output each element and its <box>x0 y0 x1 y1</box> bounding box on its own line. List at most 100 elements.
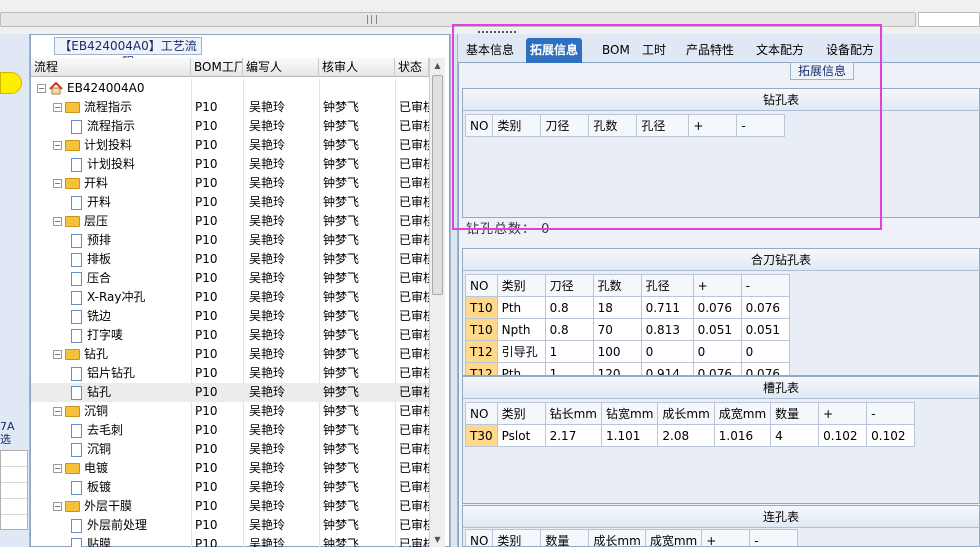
table-cell[interactable]: 0 <box>740 340 790 363</box>
table-cell[interactable]: 0.076 <box>692 296 742 319</box>
scroll-thumb[interactable] <box>432 75 443 295</box>
table-cell[interactable]: 0.076 <box>692 362 742 375</box>
header-cell[interactable]: 类别 <box>492 529 542 546</box>
tree-root[interactable]: − EB424004A0 <box>31 79 429 98</box>
table-cell[interactable]: T10 <box>465 318 498 341</box>
table-cell[interactable]: 0.102 <box>866 424 916 447</box>
table-cell[interactable]: 2.17 <box>544 424 603 447</box>
table-cell[interactable]: T12 <box>465 340 498 363</box>
header-cell[interactable]: 类别 <box>496 402 546 425</box>
collapse-icon[interactable]: − <box>53 502 62 511</box>
process-row[interactable]: 计划投料 P10 吴艳玲 钟梦飞 已审核 <box>31 155 429 174</box>
collapse-icon[interactable]: − <box>37 84 46 93</box>
col-writer[interactable]: 编写人 <box>243 58 319 77</box>
process-row[interactable]: 贴膜 P10 吴艳玲 钟梦飞 已审核 <box>31 535 429 547</box>
table-cell[interactable]: 1 <box>544 362 594 375</box>
header-cell[interactable]: + <box>818 402 868 425</box>
header-cell[interactable]: NO <box>464 529 494 546</box>
header-cell[interactable]: NO <box>465 274 498 297</box>
table-cell[interactable]: 0.8 <box>544 296 594 319</box>
col-process[interactable]: 流程 <box>31 58 191 77</box>
process-row[interactable]: −层压 P10 吴艳玲 钟梦飞 已审核 <box>31 212 429 231</box>
process-row[interactable]: 沉铜 P10 吴艳玲 钟梦飞 已审核 <box>31 440 429 459</box>
col-status[interactable]: 状态 <box>395 58 429 77</box>
process-row[interactable]: −计划投料 P10 吴艳玲 钟梦飞 已审核 <box>31 136 429 155</box>
table-cell[interactable]: T30 <box>465 424 498 447</box>
table-cell[interactable]: T12 <box>465 362 498 375</box>
process-row[interactable]: 铝片钻孔 P10 吴艳玲 钟梦飞 已审核 <box>31 364 429 383</box>
header-cell[interactable]: 成长mm <box>588 529 646 546</box>
table-cell[interactable]: 18 <box>592 296 642 319</box>
col-reviewer[interactable]: 核审人 <box>319 58 395 77</box>
header-cell[interactable]: 孔径 <box>640 274 694 297</box>
header-cell[interactable]: 成宽mm <box>644 529 703 546</box>
header-cell[interactable]: 数量 <box>770 402 820 425</box>
table-cell[interactable]: 1 <box>544 340 594 363</box>
table-row[interactable]: T12 引导孔 1 100 0 0 0 <box>465 340 790 363</box>
process-row[interactable]: 压合 P10 吴艳玲 钟梦飞 已审核 <box>31 269 429 288</box>
table-cell[interactable]: 0.076 <box>740 362 790 375</box>
header-cell[interactable]: - <box>740 274 790 297</box>
table-cell[interactable]: 70 <box>592 318 642 341</box>
header-cell[interactable]: 钻长mm <box>544 402 603 425</box>
table-cell[interactable]: 0 <box>640 340 694 363</box>
process-row[interactable]: −开料 P10 吴艳玲 钟梦飞 已审核 <box>31 174 429 193</box>
table-cell[interactable]: 4 <box>770 424 820 447</box>
process-row[interactable]: 铣边 P10 吴艳玲 钟梦飞 已审核 <box>31 307 429 326</box>
process-row[interactable]: 外层前处理 P10 吴艳玲 钟梦飞 已审核 <box>31 516 429 535</box>
header-cell[interactable]: - <box>749 529 799 546</box>
table-cell[interactable]: 引导孔 <box>496 340 546 363</box>
collapse-icon[interactable]: − <box>53 407 62 416</box>
process-row[interactable]: −电镀 P10 吴艳玲 钟梦飞 已审核 <box>31 459 429 478</box>
table-cell[interactable]: 0.914 <box>640 362 694 375</box>
process-row[interactable]: 流程指示 P10 吴艳玲 钟梦飞 已审核 <box>31 117 429 136</box>
scroll-down-icon[interactable]: ▼ <box>432 535 443 544</box>
header-cell[interactable]: 类别 <box>496 274 546 297</box>
table-cell[interactable]: 1.016 <box>713 424 772 447</box>
process-row[interactable]: 钻孔 P10 吴艳玲 钟梦飞 已审核 <box>31 383 429 402</box>
table-row[interactable]: T30 Pslot 2.17 1.101 2.08 1.016 4 0.102 0.102 <box>465 424 916 447</box>
collapse-icon[interactable]: − <box>53 141 62 150</box>
table-cell[interactable]: Npth <box>496 318 546 341</box>
table-cell[interactable]: Pth <box>496 362 546 375</box>
chat-bubble-icon[interactable] <box>0 72 22 94</box>
table-cell[interactable]: Pslot <box>496 424 546 447</box>
process-row[interactable]: −沉铜 P10 吴艳玲 钟梦飞 已审核 <box>31 402 429 421</box>
table-cell[interactable]: T10 <box>465 296 498 319</box>
process-row[interactable]: −流程指示 P10 吴艳玲 钟梦飞 已审核 <box>31 98 429 117</box>
collapse-icon[interactable]: − <box>53 217 62 226</box>
table-row[interactable]: T10 Npth 0.8 70 0.813 0.051 0.051 <box>465 318 790 341</box>
table-cell[interactable]: 0.8 <box>544 318 594 341</box>
table-cell[interactable]: 0.051 <box>740 318 790 341</box>
table-cell[interactable]: 1.101 <box>600 424 659 447</box>
header-cell[interactable]: + <box>701 529 751 546</box>
col-bom-factory[interactable]: BOM工厂 <box>191 58 243 77</box>
process-vertical-scrollbar[interactable]: ▲ ▼ <box>429 58 445 547</box>
table-cell[interactable]: 120 <box>592 362 642 375</box>
header-cell[interactable]: NO <box>465 402 498 425</box>
collapse-icon[interactable]: − <box>53 464 62 473</box>
process-row[interactable]: −钻孔 P10 吴艳玲 钟梦飞 已审核 <box>31 345 429 364</box>
header-cell[interactable]: 数量 <box>540 529 590 546</box>
process-row[interactable]: 板镀 P10 吴艳玲 钟梦飞 已审核 <box>31 478 429 497</box>
table-cell[interactable]: 0.076 <box>740 296 790 319</box>
table-cell[interactable]: 0.813 <box>640 318 694 341</box>
table-cell[interactable]: 0 <box>692 340 742 363</box>
process-row[interactable]: 排板 P10 吴艳玲 钟梦飞 已审核 <box>31 250 429 269</box>
header-cell[interactable]: 孔数 <box>592 274 642 297</box>
table-cell[interactable]: 100 <box>592 340 642 363</box>
header-cell[interactable]: 钻宽mm <box>600 402 659 425</box>
process-row[interactable]: 预排 P10 吴艳玲 钟梦飞 已审核 <box>31 231 429 250</box>
header-cell[interactable]: 成长mm <box>657 402 715 425</box>
table-cell[interactable]: 2.08 <box>657 424 715 447</box>
table-cell[interactable]: Pth <box>496 296 546 319</box>
table-cell[interactable]: 0.051 <box>692 318 742 341</box>
header-cell[interactable]: 成宽mm <box>713 402 772 425</box>
header-cell[interactable]: 刀径 <box>544 274 594 297</box>
table-cell[interactable]: 0.711 <box>640 296 694 319</box>
process-row[interactable]: −外层干膜 P10 吴艳玲 钟梦飞 已审核 <box>31 497 429 516</box>
process-row[interactable]: 打字唛 P10 吴艳玲 钟梦飞 已审核 <box>31 326 429 345</box>
table-row[interactable]: T10 Pth 0.8 18 0.711 0.076 0.076 <box>465 296 790 319</box>
collapse-icon[interactable]: − <box>53 179 62 188</box>
scroll-up-icon[interactable]: ▲ <box>432 61 443 70</box>
